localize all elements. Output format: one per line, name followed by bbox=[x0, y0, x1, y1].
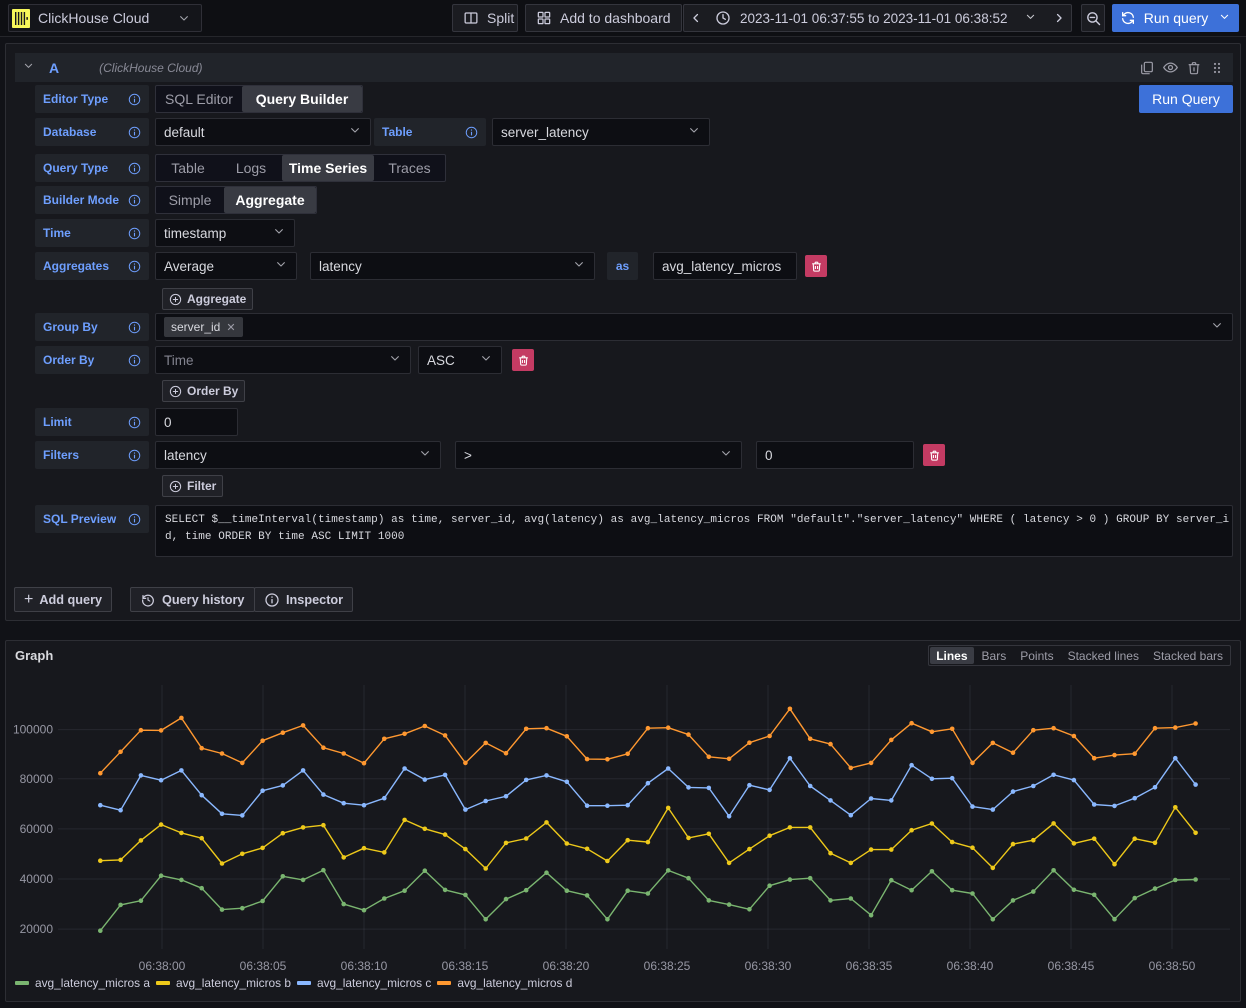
svg-text:100000: 100000 bbox=[13, 723, 53, 737]
svg-text:06:38:30: 06:38:30 bbox=[745, 959, 792, 973]
svg-text:80000: 80000 bbox=[20, 772, 54, 786]
svg-text:60000: 60000 bbox=[20, 822, 54, 836]
svg-text:06:38:05: 06:38:05 bbox=[240, 959, 287, 973]
svg-text:06:38:45: 06:38:45 bbox=[1048, 959, 1095, 973]
svg-text:06:38:40: 06:38:40 bbox=[947, 959, 994, 973]
svg-text:06:38:15: 06:38:15 bbox=[442, 959, 489, 973]
svg-text:06:38:25: 06:38:25 bbox=[644, 959, 691, 973]
svg-text:20000: 20000 bbox=[20, 922, 54, 936]
svg-text:40000: 40000 bbox=[20, 872, 54, 886]
svg-text:06:38:50: 06:38:50 bbox=[1149, 959, 1196, 973]
svg-text:06:38:35: 06:38:35 bbox=[846, 959, 893, 973]
svg-text:06:38:10: 06:38:10 bbox=[341, 959, 388, 973]
svg-text:06:38:00: 06:38:00 bbox=[139, 959, 186, 973]
svg-text:06:38:20: 06:38:20 bbox=[543, 959, 590, 973]
